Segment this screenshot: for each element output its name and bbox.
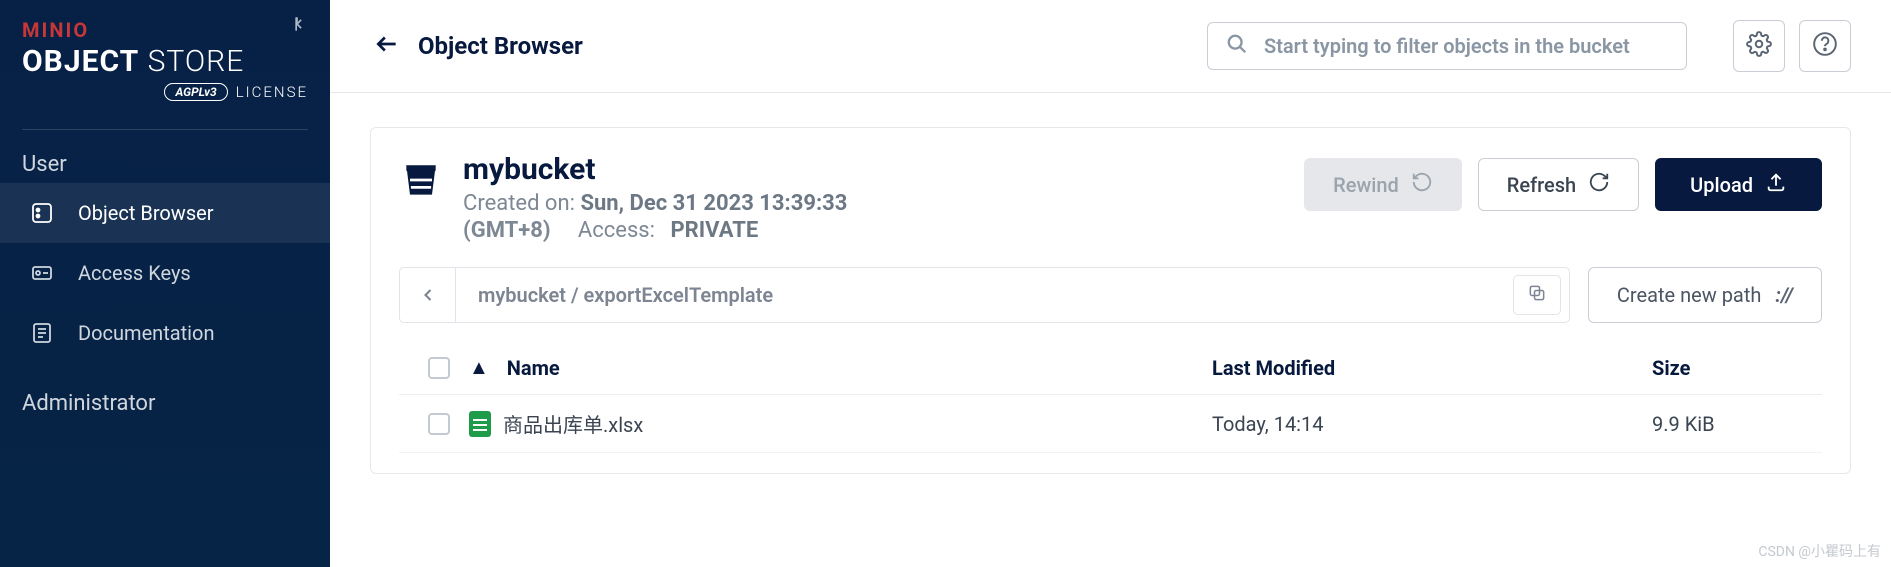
product-title-bold: OBJECT — [22, 44, 139, 79]
sidebar: MINIO OBJECT STORE AGPLv3 LICENSE User O… — [0, 0, 330, 567]
upload-icon — [1765, 171, 1787, 198]
sidebar-item-access-keys[interactable]: Access Keys — [0, 243, 330, 303]
refresh-icon — [1588, 171, 1610, 198]
table-row[interactable]: 商品出库单.xlsx Today, 14:14 9.9 KiB — [399, 395, 1822, 453]
license-label: LICENSE — [236, 83, 308, 101]
access-label: Access: — [578, 218, 655, 243]
product-title-light: STORE — [148, 44, 245, 79]
copy-icon — [1527, 283, 1547, 307]
access-value: PRIVATE — [670, 218, 758, 243]
brand-logo: MINIO — [22, 18, 308, 42]
column-size[interactable]: Size — [1652, 356, 1812, 380]
sidebar-item-label: Access Keys — [78, 261, 191, 285]
new-path-label: Create new path — [1617, 283, 1762, 307]
objects-table: ▲ Name Last Modified Size 商品出库单.xlsx — [399, 341, 1822, 453]
logo-area: MINIO OBJECT STORE AGPLv3 LICENSE — [0, 0, 330, 111]
product-title: OBJECT STORE — [22, 44, 308, 79]
sidebar-section-user: User — [0, 142, 330, 183]
watermark: CSDN @小瞿码上有 — [1758, 541, 1881, 561]
breadcrumb[interactable]: mybucket / exportExcelTemplate — [456, 283, 1513, 307]
created-value: Sun, Dec 31 2023 13:39:33 — [580, 191, 847, 216]
license-row: AGPLv3 LICENSE — [22, 83, 308, 101]
file-name: 商品出库单.xlsx — [503, 409, 643, 438]
bucket-created: Created on: Sun, Dec 31 2023 13:39:33 — [463, 191, 1284, 216]
sidebar-item-object-browser[interactable]: Object Browser — [0, 183, 330, 243]
topbar-actions — [1733, 20, 1851, 72]
row-size-cell: 9.9 KiB — [1652, 412, 1812, 436]
sidebar-item-documentation[interactable]: Documentation — [0, 303, 330, 363]
bucket-meta: mybucket Created on: Sun, Dec 31 2023 13… — [463, 152, 1284, 243]
bucket-card: mybucket Created on: Sun, Dec 31 2023 13… — [370, 127, 1851, 474]
path-back-button[interactable] — [400, 268, 456, 322]
sidebar-item-label: Object Browser — [78, 201, 214, 225]
table-header: ▲ Name Last Modified Size — [399, 341, 1822, 395]
gear-icon — [1746, 31, 1772, 61]
created-label: Created on: — [463, 191, 575, 216]
row-checkbox[interactable] — [409, 413, 469, 435]
copy-path-button[interactable] — [1513, 275, 1561, 315]
row-name-cell: 商品出库单.xlsx — [469, 409, 1212, 438]
content: mybucket Created on: Sun, Dec 31 2023 13… — [330, 93, 1891, 474]
access-keys-icon — [28, 261, 56, 285]
main: Object Browser — [330, 0, 1891, 567]
bucket-actions: Rewind Refresh Upload — [1304, 158, 1822, 211]
search-input[interactable] — [1264, 34, 1668, 58]
documentation-icon — [28, 321, 56, 345]
column-name[interactable]: ▲ Name — [469, 355, 1212, 380]
sidebar-item-label: Documentation — [78, 321, 215, 345]
settings-button[interactable] — [1733, 20, 1785, 72]
upload-label: Upload — [1690, 173, 1753, 197]
rewind-button: Rewind — [1304, 158, 1462, 211]
bucket-access-row: (GMT+8) Access: PRIVATE — [463, 218, 1284, 243]
bucket-header: mybucket Created on: Sun, Dec 31 2023 13… — [399, 152, 1822, 243]
divider — [22, 129, 308, 130]
search-icon — [1226, 33, 1248, 59]
agpl-badge: AGPLv3 — [164, 83, 227, 101]
topbar: Object Browser — [330, 0, 1891, 93]
page-title: Object Browser — [418, 32, 583, 60]
object-browser-icon — [28, 201, 56, 225]
bucket-name: mybucket — [463, 152, 1284, 187]
back-arrow-icon[interactable] — [374, 31, 400, 61]
search-box[interactable] — [1207, 22, 1687, 70]
path-bar: mybucket / exportExcelTemplate — [399, 267, 1570, 323]
column-modified-label: Last Modified — [1212, 356, 1335, 380]
column-size-label: Size — [1652, 356, 1690, 380]
bucket-icon — [399, 158, 443, 206]
upload-button[interactable]: Upload — [1655, 158, 1822, 211]
help-button[interactable] — [1799, 20, 1851, 72]
column-name-label: Name — [507, 356, 560, 380]
new-path-icon: :// — [1775, 283, 1793, 307]
xlsx-file-icon — [469, 411, 491, 437]
path-row: mybucket / exportExcelTemplate Create ne… — [399, 267, 1822, 323]
row-modified-cell: Today, 14:14 — [1212, 412, 1652, 436]
sidebar-section-admin: Administrator — [0, 381, 330, 422]
select-all-checkbox[interactable] — [409, 357, 469, 379]
rewind-icon — [1411, 171, 1433, 198]
collapse-sidebar-icon[interactable] — [292, 14, 312, 38]
column-modified[interactable]: Last Modified — [1212, 356, 1652, 380]
refresh-button[interactable]: Refresh — [1478, 158, 1639, 211]
sort-asc-icon: ▲ — [469, 355, 489, 380]
created-tz: (GMT+8) — [463, 218, 551, 243]
back-row: Object Browser — [374, 31, 583, 61]
rewind-label: Rewind — [1333, 173, 1399, 197]
refresh-label: Refresh — [1507, 173, 1576, 197]
help-icon — [1812, 31, 1838, 61]
create-new-path-button[interactable]: Create new path :// — [1588, 267, 1822, 323]
